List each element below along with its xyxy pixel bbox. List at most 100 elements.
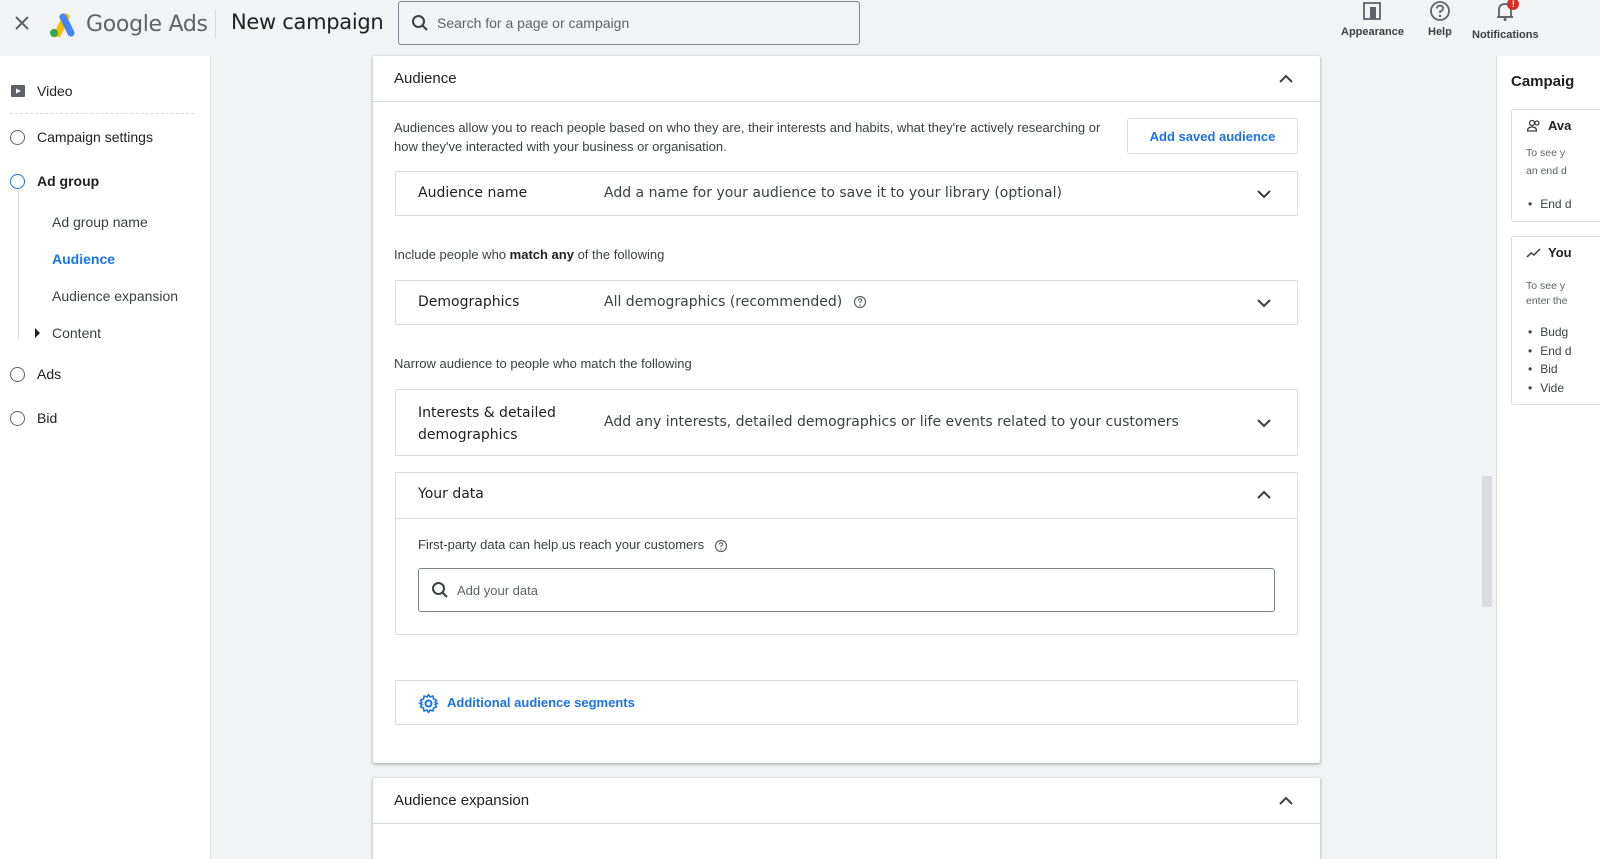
audience-expansion-title: Audience expansion [394, 792, 530, 809]
nav-bid-label: Bid [37, 410, 58, 426]
interests-label-line-1: Interests & detailed [418, 405, 556, 421]
demographics-label: Demographics [418, 294, 520, 310]
include-prefix: Include people who [394, 247, 510, 262]
nav-sub-audience[interactable]: Audience [52, 251, 115, 267]
nav-divider [10, 113, 194, 114]
availability-text-2: an end d [1526, 165, 1567, 177]
trend-icon [1526, 247, 1541, 258]
search-icon [412, 15, 428, 31]
add-data-input[interactable] [457, 582, 1237, 598]
collapse-chevron-icon[interactable] [1277, 70, 1295, 88]
expand-chevron-icon[interactable] [1255, 294, 1273, 312]
expand-triangle-icon[interactable] [35, 328, 40, 338]
header-divider [215, 10, 216, 38]
audience-description: Audiences allow you to reach people base… [394, 120, 1101, 154]
availability-bullets: End d [1528, 195, 1571, 214]
card-divider [373, 101, 1320, 102]
nav-sub-ad-group-name[interactable]: Ad group name [52, 214, 148, 230]
summary-title: Campaig [1511, 73, 1575, 90]
audience-name-row[interactable]: Audience name Add a name for your audien… [395, 171, 1298, 216]
your-data-panel: Your data First-party data can help us r… [395, 472, 1298, 635]
include-bold: match any [509, 247, 574, 262]
your-campaign-head-text: You [1548, 245, 1572, 260]
first-party-text-wrap: First-party data can help us reach your … [418, 537, 728, 553]
search-input[interactable] [437, 15, 837, 31]
search-icon [432, 582, 448, 598]
google-ads-logo[interactable]: Google Ads [48, 10, 208, 38]
your-campaign-bullet: Bid [1528, 360, 1572, 379]
nav-ad-group-label: Ad group [37, 173, 100, 189]
help-icon [1430, 1, 1450, 21]
notifications-button[interactable]: ! Notifications [1472, 0, 1539, 41]
panel-divider [396, 518, 1297, 519]
your-campaign-text-2: enter the [1526, 295, 1568, 307]
step-circle-icon [10, 366, 25, 382]
nav-item-ads[interactable]: Ads [10, 366, 61, 382]
appearance-button[interactable]: Appearance [1341, 0, 1404, 38]
add-saved-audience-button[interactable]: Add saved audience [1127, 118, 1298, 154]
audience-card-title: Audience [394, 70, 457, 87]
nav-sub-content[interactable]: Content [52, 325, 101, 341]
availability-head-text: Ava [1548, 118, 1572, 133]
include-instruction: Include people who match any of the foll… [394, 247, 664, 262]
brand-name: Google Ads [86, 11, 208, 37]
google-ads-logo-icon [50, 13, 75, 37]
nav-item-bid[interactable]: Bid [10, 410, 57, 426]
additional-segments-link[interactable]: Additional audience segments [447, 695, 635, 710]
top-bar: Google Ads New campaign Appearance Help [0, 0, 1600, 48]
people-icon [1526, 119, 1540, 132]
page-title: New campaign [231, 10, 384, 34]
search-box[interactable] [398, 1, 860, 45]
interests-label-line-2: demographics [418, 427, 518, 443]
your-campaign-bullet: Budg [1528, 323, 1572, 342]
audience-name-value: Add a name for your audience to save it … [604, 185, 1062, 201]
notifications-label: Notifications [1472, 29, 1539, 41]
interests-row[interactable]: Interests & detailed demographics Add an… [395, 389, 1298, 456]
demographics-value-wrap: All demographics (recommended) [604, 294, 867, 310]
collapse-chevron-icon[interactable] [1255, 486, 1273, 504]
your-campaign-bullets: Budg End d Bid Vide [1528, 323, 1572, 398]
audience-name-label: Audience name [418, 185, 528, 201]
left-navigation: Video Campaign settings Ad group Ad grou… [0, 56, 211, 859]
demographics-row[interactable]: Demographics All demographics (recommend… [395, 280, 1298, 325]
expand-chevron-icon[interactable] [1255, 185, 1273, 203]
collapse-chevron-icon[interactable] [1277, 792, 1295, 810]
include-suffix: of the following [573, 247, 665, 262]
nav-sub-audience-expansion[interactable]: Audience expansion [52, 288, 178, 304]
availability-head: Ava [1526, 118, 1571, 133]
help-circle-icon[interactable] [853, 295, 867, 309]
step-circle-icon [10, 410, 25, 426]
gear-icon [418, 693, 439, 714]
help-circle-icon[interactable] [714, 539, 728, 553]
availability-bullet: End d [1528, 195, 1571, 214]
nav-item-ad-group[interactable]: Ad group [10, 173, 99, 189]
nav-item-campaign-settings[interactable]: Campaign settings [10, 129, 153, 145]
your-campaign-bullet: Vide [1528, 379, 1572, 398]
help-button[interactable]: Help [1428, 0, 1452, 38]
your-campaign-card: You To see y enter the Budg End d Bid Vi… [1511, 236, 1600, 405]
step-circle-icon [10, 173, 25, 189]
interests-value: Add any interests, detailed demographics… [604, 414, 1179, 430]
nav-video-label: Video [37, 83, 73, 99]
notification-badge: ! [1507, 0, 1520, 10]
appearance-icon [1363, 2, 1382, 20]
interests-label: Interests & detailed demographics [418, 402, 556, 446]
your-campaign-head: You [1526, 245, 1572, 260]
campaign-summary-panel: Campaig Ava To see y an end d End d You … [1496, 56, 1600, 859]
additional-segments-row[interactable]: Additional audience segments [395, 680, 1298, 725]
audience-card: Audience Audiences allow you to reach pe… [373, 56, 1320, 763]
nav-ads-label: Ads [37, 366, 62, 382]
expand-chevron-icon[interactable] [1255, 414, 1273, 432]
video-icon [11, 85, 25, 97]
step-circle-icon [10, 129, 25, 145]
your-campaign-text-1: To see y [1526, 280, 1566, 292]
appearance-label: Appearance [1341, 26, 1404, 38]
add-data-field[interactable] [418, 568, 1275, 612]
availability-text-1: To see y [1526, 147, 1566, 159]
nav-item-video[interactable]: Video [10, 83, 73, 99]
nav-campaign-settings-label: Campaign settings [37, 129, 153, 145]
narrow-instruction: Narrow audience to people who match the … [394, 356, 692, 371]
main-scrollbar[interactable] [1482, 476, 1492, 607]
close-icon[interactable] [12, 13, 32, 33]
availability-card: Ava To see y an end d End d [1511, 109, 1600, 222]
